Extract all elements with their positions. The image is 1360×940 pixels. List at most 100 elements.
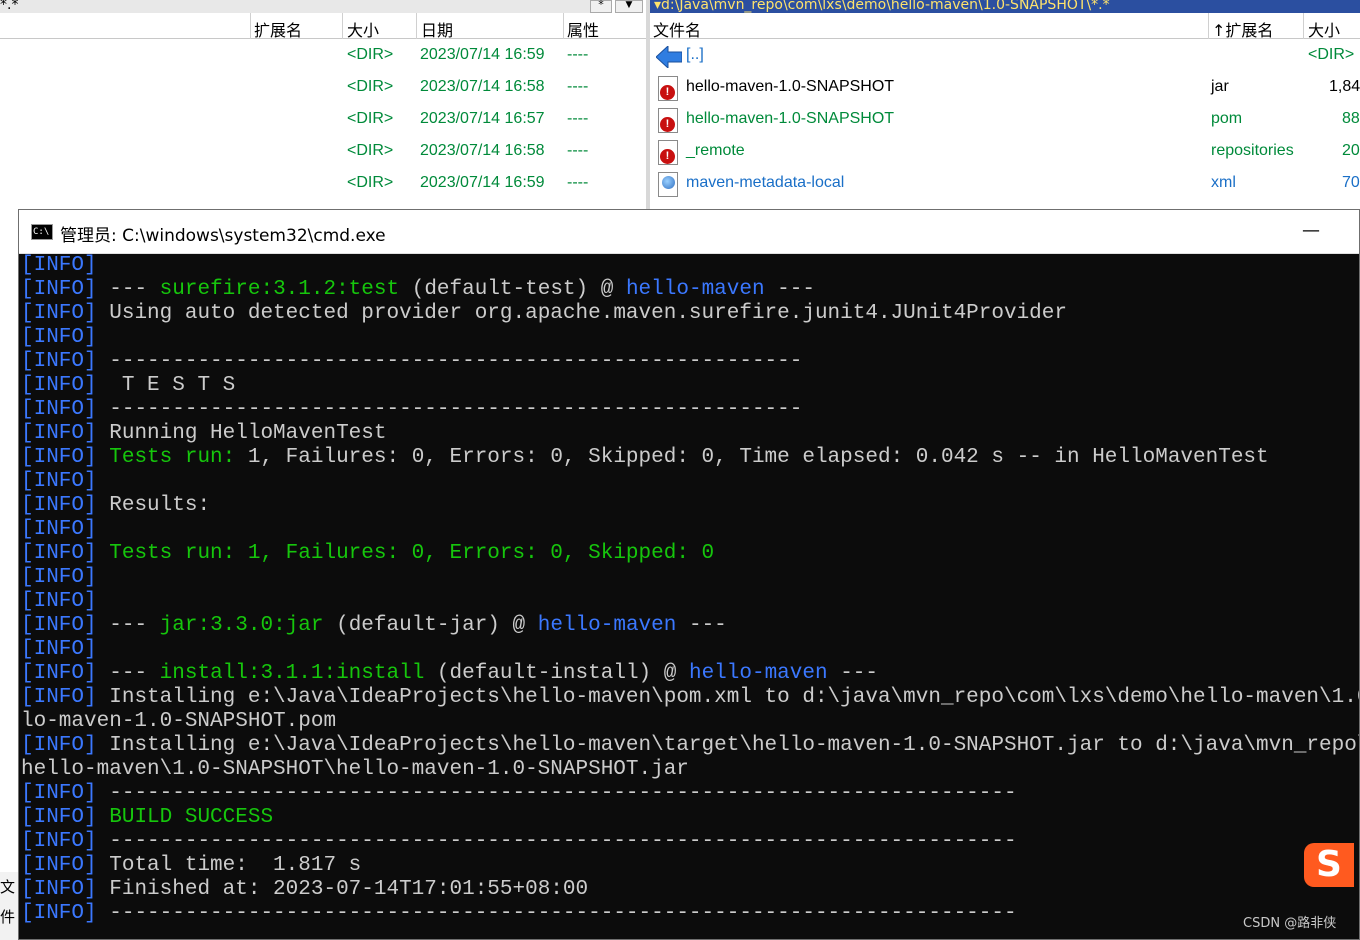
file-name: _remote (686, 142, 745, 159)
console-text: --- (109, 662, 160, 685)
console-line: [INFO] (21, 518, 97, 542)
console-text: ----------------------------------------… (109, 398, 803, 421)
left-row-date: 2023/07/14 16:59 (420, 46, 545, 63)
console-line: [INFO] Results: (21, 494, 210, 518)
left-row-attr: ---- (567, 174, 589, 191)
left-col-ext[interactable]: 扩展名 (254, 17, 302, 41)
console-output[interactable]: [INFO] [INFO] --- surefire:3.1.2:test (de… (19, 254, 1359, 940)
console-line: [INFO] Running HelloMavenTest (21, 422, 386, 446)
console-text: ----------------------------------------… (109, 350, 803, 373)
console-text: surefire:3.1.2:test (159, 278, 400, 301)
log-level-tag: [INFO] (21, 470, 97, 493)
console-text: ----------------------------------------… (109, 782, 1017, 805)
log-level-tag: [INFO] (21, 518, 97, 541)
file-ext: repositories (1211, 142, 1294, 159)
up-arrow-icon (656, 46, 682, 68)
file-name: hello-maven-1.0-SNAPSHOT (686, 110, 895, 127)
log-level-tag: [INFO] (21, 590, 97, 613)
file-row[interactable]: ! hello-maven-1.0-SNAPSHOT jar 1,84 (650, 72, 1360, 104)
path-dropdown-icon[interactable]: ▾ (654, 0, 661, 13)
right-path-bar[interactable]: ▾d:\Java\mvn_repo\com\lxs\demo\hello-mav… (650, 0, 1360, 13)
cmd-window[interactable]: C:\ 管理员: C:\windows\system32\cmd.exe — [… (18, 209, 1360, 940)
error-file-icon: ! (658, 140, 678, 165)
console-text: , Failures: 0, Errors: 0, Skipped: 0, Ti… (260, 446, 1269, 469)
left-file-row[interactable]: <DIR> 2023/07/14 16:58 ---- (0, 72, 646, 104)
log-level-tag: [INFO] (21, 494, 97, 517)
left-column-headers: 扩展名 大小 日期 属性 (0, 13, 646, 41)
console-text: Installing e:\Java\IdeaProjects\hello-ma… (109, 686, 1359, 709)
cmd-window-title: 管理员: C:\windows\system32\cmd.exe (60, 226, 386, 246)
console-text: 1 (247, 446, 261, 469)
console-text: install:3.1.1:install (159, 662, 425, 685)
console-line: [INFO] Using auto detected provider org.… (21, 302, 1067, 326)
sogou-ime-icon[interactable]: S (1304, 843, 1354, 887)
console-text: Using auto detected provider org.apache.… (109, 302, 1067, 325)
console-text: Results: (109, 494, 211, 517)
log-level-tag: [INFO] (21, 806, 97, 829)
console-line: [INFO] (21, 254, 97, 278)
right-col-name[interactable]: 文件名 (653, 17, 701, 41)
console-text: hello-maven\1.0-SNAPSHOT\hello-maven-1.0… (21, 758, 689, 781)
console-line: [INFO] Installing e:\Java\IdeaProjects\h… (21, 686, 1359, 710)
console-text: --- (764, 278, 815, 301)
left-file-row[interactable]: <DIR> 2023/07/14 16:59 ---- (0, 40, 646, 72)
minimize-button[interactable]: — (1293, 216, 1329, 246)
console-line: [INFO] Tests run: 1, Failures: 0, Errors… (21, 542, 714, 566)
left-bottom-fragment: 文件\co (0, 872, 20, 940)
left-row-date: 2023/07/14 16:57 (420, 110, 545, 127)
console-line: [INFO] T E S T S (21, 374, 235, 398)
left-row-date: 2023/07/14 16:58 (420, 78, 545, 95)
left-col-date[interactable]: 日期 (421, 17, 453, 41)
console-text: hello-maven (537, 614, 677, 637)
left-file-row[interactable]: <DIR> 2023/07/14 16:58 ---- (0, 136, 646, 168)
console-line: [INFO] Finished at: 2023-07-14T17:01:55+… (21, 878, 588, 902)
console-line: [INFO] (21, 566, 97, 590)
log-level-tag: [INFO] (21, 734, 97, 757)
left-row-size: <DIR> (347, 78, 394, 95)
left-history-button[interactable]: * (590, 0, 612, 13)
console-text: Tests run: 1, Failures: 0, Errors: 0, Sk… (109, 542, 715, 565)
file-row[interactable]: maven-metadata-local xml 70 (650, 168, 1360, 200)
left-row-size: <DIR> (347, 110, 394, 127)
console-line: [INFO] (21, 590, 97, 614)
log-level-tag: [INFO] (21, 278, 97, 301)
left-col-attr[interactable]: 属性 (567, 17, 599, 41)
console-text: --- (109, 614, 160, 637)
left-col-size[interactable]: 大小 (347, 17, 379, 41)
right-col-ext[interactable]: ↑扩展名 (1212, 17, 1273, 41)
left-path-bar[interactable]: *.* (0, 0, 590, 13)
left-file-row[interactable]: <DIR> 2023/07/14 16:57 ---- (0, 104, 646, 136)
console-line: [INFO] Installing e:\Java\IdeaProjects\h… (21, 734, 1359, 758)
log-level-tag: [INFO] (21, 854, 97, 877)
console-line: [INFO] ---------------------------------… (21, 782, 1017, 806)
console-line: [INFO] ---------------------------------… (21, 350, 802, 374)
left-dropdown-button[interactable]: ▼ (615, 0, 643, 13)
left-row-size: <DIR> (347, 174, 394, 191)
console-text: (default-test) @ (399, 278, 626, 301)
file-name: hello-maven-1.0-SNAPSHOT (686, 78, 895, 95)
console-text: Installing e:\Java\IdeaProjects\hello-ma… (109, 734, 1359, 757)
log-level-tag: [INFO] (21, 398, 97, 421)
left-row-attr: ---- (567, 78, 589, 95)
file-row[interactable]: ! hello-maven-1.0-SNAPSHOT pom 88 (650, 104, 1360, 136)
parent-dir-size: <DIR> (1308, 46, 1355, 63)
log-level-tag: [INFO] (21, 542, 97, 565)
console-text: hello-maven (688, 662, 828, 685)
right-col-size[interactable]: 大小 (1308, 17, 1340, 41)
left-row-attr: ---- (567, 46, 589, 63)
parent-dir-name: [..] (686, 46, 704, 63)
cmd-titlebar[interactable]: C:\ 管理员: C:\windows\system32\cmd.exe — (19, 210, 1359, 254)
console-text: Total time: 1.817 s (109, 854, 362, 877)
console-text: T E S T S (109, 374, 236, 397)
file-row[interactable]: ! _remote repositories 20 (650, 136, 1360, 168)
cmd-app-icon: C:\ (31, 224, 53, 240)
file-size: 1,84 (1329, 78, 1360, 95)
log-level-tag: [INFO] (21, 326, 97, 349)
left-row-attr: ---- (567, 142, 589, 159)
parent-dir-row[interactable]: [..] <DIR> (650, 40, 1360, 72)
log-level-tag: [INFO] (21, 422, 97, 445)
left-file-row[interactable]: <DIR> 2023/07/14 16:59 ---- (0, 168, 646, 200)
console-line: [INFO] ---------------------------------… (21, 398, 802, 422)
console-text: --- (109, 278, 160, 301)
console-text: Tests run: (109, 446, 248, 469)
